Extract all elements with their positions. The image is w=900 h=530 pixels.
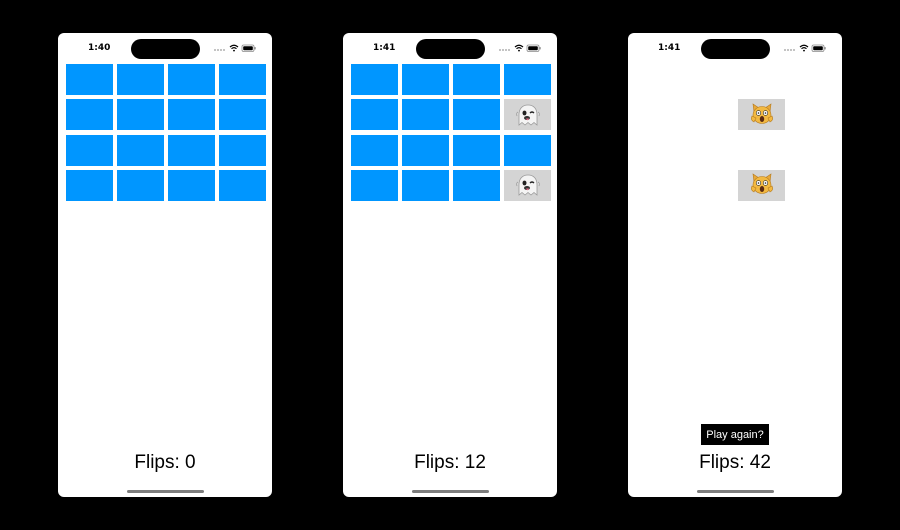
scared-cat-icon — [750, 173, 773, 195]
cellular-signal-icon — [499, 49, 510, 51]
card-10 — [687, 135, 734, 166]
card-3[interactable] — [168, 64, 215, 95]
card-5[interactable] — [66, 99, 113, 131]
card-1 — [636, 64, 683, 95]
card-6 — [687, 99, 734, 130]
wifi-icon — [799, 44, 809, 52]
card-5[interactable] — [351, 99, 398, 131]
card-9[interactable] — [66, 134, 113, 166]
flips-counter: Flips: 42 — [699, 452, 771, 473]
card-15 — [738, 169, 785, 201]
card-3[interactable] — [453, 64, 500, 95]
card-10[interactable] — [117, 134, 164, 166]
card-15[interactable] — [168, 169, 215, 201]
card-5 — [636, 99, 683, 130]
status-bar: 1:40 — [58, 33, 272, 63]
card-6[interactable] — [117, 99, 164, 131]
flips-counter: Flips: 12 — [414, 452, 486, 473]
card-3 — [738, 64, 785, 95]
battery-icon — [526, 44, 541, 52]
dynamic-island — [416, 39, 485, 59]
card-11[interactable] — [453, 134, 500, 166]
card-4[interactable] — [219, 64, 266, 95]
card-14[interactable] — [117, 169, 164, 201]
scared-cat-icon — [750, 103, 773, 124]
card-13 — [636, 170, 683, 201]
card-7[interactable] — [168, 99, 215, 131]
card-7[interactable] — [453, 99, 500, 131]
wifi-icon — [514, 44, 524, 52]
card-14[interactable] — [402, 169, 449, 201]
card-12 — [789, 135, 836, 166]
card-10[interactable] — [402, 134, 449, 166]
status-bar: 1:41 — [343, 33, 557, 63]
status-icons — [213, 42, 257, 54]
card-15[interactable] — [453, 169, 500, 201]
flips-counter: Flips: 0 — [134, 452, 196, 473]
card-4[interactable] — [504, 64, 551, 95]
card-11[interactable] — [168, 134, 215, 166]
card-14 — [687, 170, 734, 201]
phone-screen-1: 1:40 Flips: 0 — [58, 33, 272, 497]
card-6[interactable] — [402, 99, 449, 131]
card-1[interactable] — [66, 64, 113, 95]
status-icons — [498, 42, 542, 54]
card-16[interactable] — [219, 169, 266, 201]
card-9 — [636, 135, 683, 166]
card-12[interactable] — [504, 134, 551, 166]
card-16 — [504, 169, 551, 201]
card-12[interactable] — [219, 134, 266, 166]
status-time: 1:41 — [373, 43, 396, 53]
cellular-signal-icon — [214, 49, 225, 51]
status-icons — [783, 42, 827, 54]
card-8[interactable] — [219, 99, 266, 131]
card-grid — [636, 64, 835, 202]
card-11 — [738, 135, 785, 166]
dynamic-island — [131, 39, 200, 59]
status-time: 1:40 — [88, 43, 111, 53]
card-8 — [504, 99, 551, 131]
battery-icon — [811, 44, 826, 52]
home-indicator[interactable] — [127, 490, 204, 493]
status-bar: 1:41 — [628, 33, 842, 63]
card-2[interactable] — [402, 64, 449, 95]
home-indicator[interactable] — [412, 490, 489, 493]
card-1[interactable] — [351, 64, 398, 95]
battery-icon — [241, 44, 256, 52]
card-9[interactable] — [351, 134, 398, 166]
status-time: 1:41 — [658, 43, 681, 53]
card-2 — [687, 64, 734, 95]
ghost-icon — [515, 104, 540, 126]
home-indicator[interactable] — [697, 490, 774, 493]
wifi-icon — [229, 44, 239, 52]
card-7 — [738, 99, 785, 131]
ghost-icon — [515, 174, 540, 197]
play-again-button[interactable]: Play again? — [701, 424, 769, 445]
card-16 — [789, 170, 836, 201]
card-13[interactable] — [66, 169, 113, 201]
card-grid — [351, 64, 551, 202]
dynamic-island — [701, 39, 770, 59]
card-8 — [789, 99, 836, 130]
card-13[interactable] — [351, 169, 398, 201]
cellular-signal-icon — [784, 49, 795, 51]
card-4 — [789, 64, 836, 95]
card-2[interactable] — [117, 64, 164, 95]
card-grid — [66, 64, 266, 202]
phone-screen-2: 1:41 Flips: 12 — [343, 33, 557, 497]
phone-screen-3: 1:41 Play again? Flips: 42 — [628, 33, 842, 497]
